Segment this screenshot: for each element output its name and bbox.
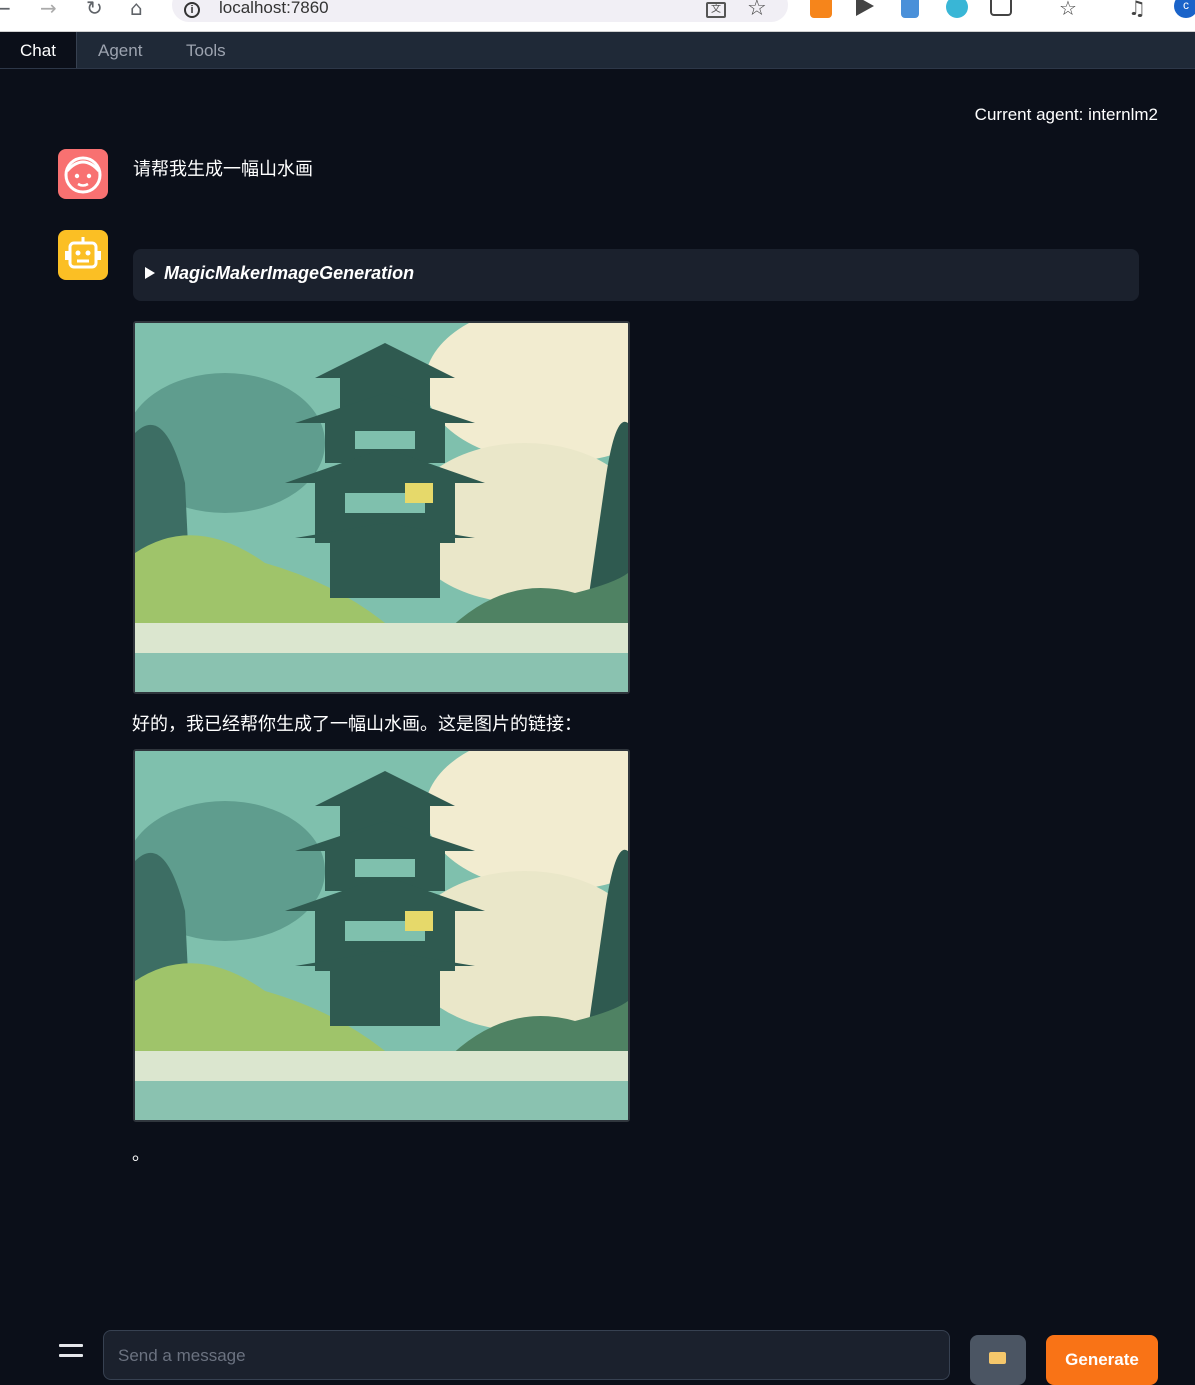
doc-icon[interactable]	[901, 0, 919, 18]
favorites-icon[interactable]: ☆	[1059, 0, 1077, 20]
upload-button[interactable]	[970, 1335, 1026, 1385]
url-text: localhost:7860	[219, 0, 329, 17]
robot-icon	[65, 237, 101, 269]
landscape-painting-image	[135, 323, 628, 692]
menu-icon[interactable]	[59, 1344, 83, 1362]
assistant-message-text: 好的，我已经帮你生成了一幅山水画。这是图片的链接：	[132, 714, 582, 734]
reload-icon[interactable]: ↻	[86, 0, 103, 20]
message-input[interactable]	[116, 1343, 940, 1369]
profile-avatar[interactable]: c	[1174, 0, 1195, 18]
folder-icon	[989, 1352, 1006, 1364]
tool-call-details[interactable]: MagicMakerImageGeneration	[133, 249, 1139, 301]
tab-agent[interactable]: Agent	[98, 32, 142, 68]
bookmark-star-icon[interactable]: ☆	[747, 0, 767, 21]
app-tabs: Chat Agent Tools	[0, 32, 1195, 69]
user-avatar	[58, 149, 108, 199]
generated-image[interactable]	[133, 321, 630, 694]
puzzle-icon[interactable]	[990, 0, 1012, 16]
color-icon[interactable]	[946, 0, 968, 18]
landscape-painting-image	[135, 751, 628, 1120]
message-input-box[interactable]	[103, 1330, 950, 1380]
site-info-icon[interactable]: i	[184, 2, 200, 18]
current-agent-label: Current agent: internlm2	[974, 105, 1158, 124]
generated-image-link-preview[interactable]	[133, 749, 630, 1122]
tool-call-name: MagicMakerImageGeneration	[164, 263, 415, 283]
translate-icon[interactable]: 文	[706, 2, 726, 18]
assistant-avatar	[58, 230, 108, 280]
user-message-text: 请帮我生成一幅山水画	[133, 159, 313, 179]
tab-chat[interactable]: Chat	[0, 32, 77, 68]
back-arrow-icon[interactable]: ←	[0, 0, 11, 20]
generate-button[interactable]: Generate	[1046, 1335, 1158, 1385]
expand-triangle-icon[interactable]	[145, 267, 155, 279]
user-face-icon	[64, 156, 102, 194]
home-icon[interactable]: ⌂	[130, 0, 143, 20]
address-bar[interactable]: i localhost:7860 文 ☆	[172, 0, 788, 22]
browser-toolbar: ← → ↻ ⌂ i localhost:7860 文 ☆ ☆ ♫ c	[0, 0, 1195, 32]
media-control-icon[interactable]: ♫	[1128, 0, 1146, 20]
tab-tools[interactable]: Tools	[186, 32, 226, 68]
media-icon[interactable]	[856, 0, 874, 16]
metamask-icon[interactable]	[810, 0, 832, 18]
assistant-trailing-text: 。	[132, 1144, 150, 1164]
forward-arrow-icon[interactable]: →	[40, 0, 57, 20]
